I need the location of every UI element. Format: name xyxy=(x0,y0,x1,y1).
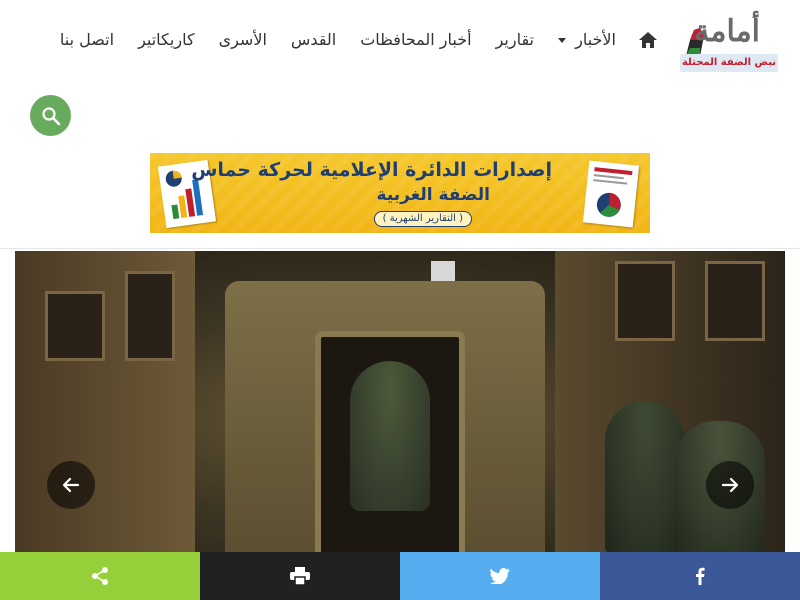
banner-subtitle: الضفة الغربية xyxy=(376,185,490,205)
nav-item-contact[interactable]: اتصل بنا xyxy=(48,26,126,54)
nav-item-governorates-news[interactable]: أخبار المحافظات xyxy=(348,26,483,54)
photo-window xyxy=(125,271,175,361)
ad-banner[interactable]: إصدارات الدائرة الإعلامية لحركة حماس الض… xyxy=(150,153,650,233)
site-logo[interactable]: أمامة نبض الضفة المحتلة xyxy=(680,10,778,74)
nav-item-jerusalem[interactable]: القدس xyxy=(279,26,348,54)
nav-item-caricature[interactable]: كاريكاتير xyxy=(126,26,207,54)
nav-item-news[interactable]: الأخبار xyxy=(546,26,628,54)
photo-soldier xyxy=(350,361,430,511)
hero-slider-image[interactable] xyxy=(15,251,785,553)
banner-title: إصدارات الدائرة الإعلامية لحركة حماس xyxy=(191,159,552,181)
twitter-share-button[interactable] xyxy=(400,552,600,600)
photo-window xyxy=(45,291,105,361)
print-icon xyxy=(290,567,310,585)
share-icon xyxy=(92,567,108,585)
home-icon xyxy=(639,32,657,48)
share-bar xyxy=(0,552,800,600)
slider-next-button[interactable] xyxy=(706,461,754,509)
main-nav: الأخبار تقارير أخبار المحافظات القدس الأ… xyxy=(48,26,668,54)
slider-prev-button[interactable] xyxy=(47,461,95,509)
share-button[interactable] xyxy=(0,552,200,600)
facebook-share-button[interactable] xyxy=(600,552,800,600)
arrow-right-icon xyxy=(721,477,739,493)
banner-note: ( التقارير الشهرية ) xyxy=(373,211,472,227)
caret-down-icon xyxy=(558,38,567,43)
nav-item-reports[interactable]: تقارير xyxy=(484,26,546,54)
facebook-icon xyxy=(696,567,705,585)
logo-subtitle: نبض الضفة المحتلة xyxy=(680,54,778,72)
photo-soldier xyxy=(605,401,685,553)
print-button[interactable] xyxy=(200,552,400,600)
nav-home[interactable] xyxy=(628,26,668,54)
report-document-icon xyxy=(582,160,640,228)
search-icon xyxy=(41,106,60,125)
logo-title: أمامة xyxy=(694,14,760,49)
nav-item-label: الأخبار xyxy=(575,30,616,49)
nav-item-prisoners[interactable]: الأسرى xyxy=(207,26,279,54)
arrow-left-icon xyxy=(62,477,80,493)
twitter-icon xyxy=(490,568,510,584)
photo-window xyxy=(705,261,765,341)
search-button[interactable] xyxy=(30,95,71,136)
photo-window xyxy=(615,261,675,341)
site-header: أمامة نبض الضفة المحتلة الأخبار تقارير أ… xyxy=(0,0,800,249)
